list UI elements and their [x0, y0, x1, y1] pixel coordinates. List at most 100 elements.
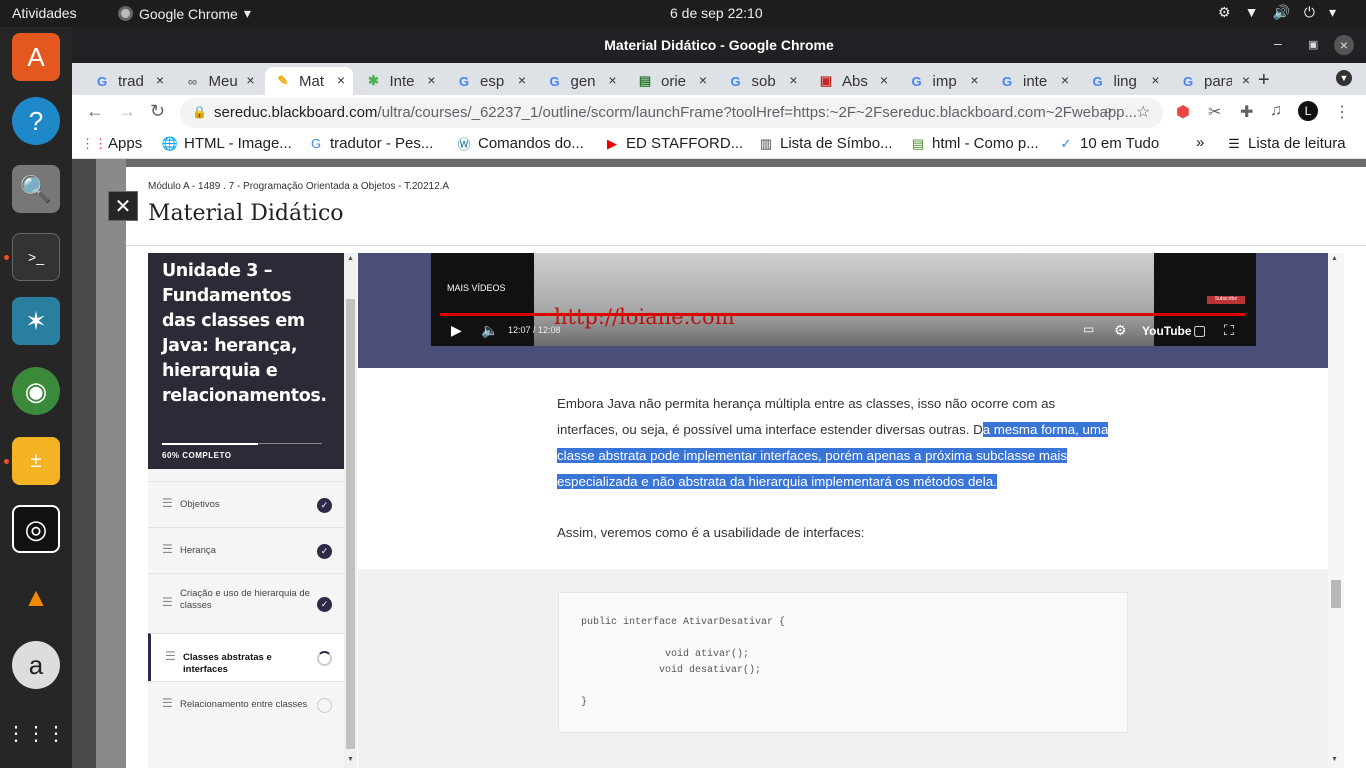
- minimize-icon[interactable]: –: [1274, 35, 1282, 51]
- terminal-icon[interactable]: >_: [12, 233, 60, 281]
- activities-button[interactable]: Atividades: [12, 5, 77, 21]
- lesson-item[interactable]: ☰ Criação e uso de hierarquia de classes ✓: [148, 573, 344, 633]
- settings-gear-icon[interactable]: ⚙: [1114, 322, 1127, 339]
- scroll-up-icon[interactable]: ▲: [347, 255, 354, 262]
- tab-5[interactable]: Ggen ×: [537, 67, 625, 95]
- lesson-item[interactable]: ☰ Objetivos ✓: [148, 481, 344, 527]
- window-titlebar[interactable]: Material Didático - Google Chrome – ▣ ×: [72, 27, 1366, 63]
- lines-icon: ☰: [165, 649, 176, 663]
- help-icon[interactable]: ?: [12, 97, 60, 145]
- scrollbar-thumb[interactable]: [1331, 580, 1341, 608]
- show-apps-icon[interactable]: ⋮⋮⋮: [6, 709, 66, 757]
- close-icon[interactable]: ×: [427, 72, 435, 88]
- youtube-logo[interactable]: YouTube: [1142, 324, 1192, 338]
- tab-2[interactable]: ✎ Mat ×: [265, 67, 353, 95]
- sidebar-scrollbar[interactable]: ▲ ▼: [344, 253, 357, 768]
- close-icon[interactable]: ×: [1061, 72, 1069, 88]
- image-viewer-icon[interactable]: 🔍: [12, 165, 60, 213]
- google-icon: G: [1092, 73, 1103, 89]
- scroll-down-icon[interactable]: ▼: [347, 756, 354, 763]
- address-bar[interactable]: 🔒 sereduc.blackboard.com/ultra/courses/_…: [180, 98, 1163, 128]
- bookmark-4[interactable]: ▶ ED STAFFORD...: [604, 135, 743, 152]
- tab-1[interactable]: ∞ Meu ×: [175, 67, 263, 95]
- close-icon[interactable]: ×: [337, 72, 345, 88]
- tab-8[interactable]: ▣ Abs ×: [808, 67, 896, 95]
- new-tab-icon[interactable]: +: [1258, 69, 1270, 92]
- app-menu-label: Google Chrome: [139, 5, 238, 22]
- reload-icon[interactable]: ↻: [150, 101, 165, 122]
- close-icon[interactable]: ×: [246, 72, 254, 88]
- bookmarks-overflow[interactable]: »: [1196, 134, 1204, 151]
- close-icon[interactable]: ×: [1334, 35, 1354, 55]
- close-icon[interactable]: ×: [699, 72, 707, 88]
- tab-7[interactable]: Gsob ×: [718, 67, 806, 95]
- close-panel-button[interactable]: ✕: [108, 191, 138, 221]
- zoom-search-icon[interactable]: ⌕: [1104, 102, 1113, 120]
- vlc-icon[interactable]: ▲: [12, 573, 60, 621]
- bookmark-7[interactable]: ✓ 10 em Tudo: [1058, 135, 1160, 152]
- lesson-item[interactable]: ☰ Herança ✓: [148, 527, 344, 573]
- forward-icon[interactable]: →: [118, 101, 136, 122]
- update-icon[interactable]: ⚙: [1218, 4, 1231, 21]
- close-icon[interactable]: ×: [608, 72, 616, 88]
- captions-icon[interactable]: ▭: [1083, 322, 1094, 336]
- subscribe-badge[interactable]: Subscribe: [1207, 296, 1245, 304]
- scroll-up-icon[interactable]: ▲: [1331, 255, 1338, 262]
- fullscreen-icon[interactable]: ⛶: [1224, 322, 1234, 339]
- software-center-icon[interactable]: A: [12, 33, 60, 81]
- bookmark-2[interactable]: Gtradutor - Pes...: [308, 135, 433, 152]
- chrome-dock-icon[interactable]: ◉: [12, 367, 60, 415]
- vscode-icon[interactable]: ✶: [12, 297, 60, 345]
- close-icon[interactable]: ×: [880, 72, 888, 88]
- video-progress-bar[interactable]: [440, 313, 1246, 316]
- bookmark-1[interactable]: 🌐 HTML - Image...: [162, 135, 292, 152]
- media-control-icon[interactable]: ♫: [1270, 102, 1282, 120]
- menu-icon[interactable]: ⋮: [1334, 102, 1350, 122]
- puzzle-icon[interactable]: ✚: [1240, 102, 1253, 122]
- play-icon[interactable]: ▶: [451, 322, 462, 339]
- tab-11[interactable]: Gling ×: [1080, 67, 1168, 95]
- camera-icon[interactable]: ◎: [12, 505, 60, 553]
- maximize-icon[interactable]: ▣: [1308, 38, 1318, 51]
- tab-3[interactable]: ✱ Inte ×: [356, 67, 444, 95]
- app-menu[interactable]: Google Chrome ▾: [118, 5, 251, 22]
- tab-9[interactable]: Gimp ×: [899, 67, 987, 95]
- video-frame: [534, 253, 1154, 346]
- tab-6[interactable]: ▤ orie ×: [627, 67, 715, 95]
- close-icon[interactable]: ×: [970, 72, 978, 88]
- system-tray[interactable]: ⚙ ▼ 🔊 ⏻ ▾: [1218, 4, 1336, 21]
- tab-search-icon[interactable]: ▼: [1336, 70, 1352, 86]
- calculator-icon[interactable]: ±: [12, 437, 60, 485]
- reading-list-button[interactable]: ☰ Lista de leitura: [1226, 135, 1345, 152]
- volume-icon[interactable]: 🔈: [481, 322, 498, 339]
- scrollbar-thumb[interactable]: [346, 299, 355, 749]
- bookmark-3[interactable]: Ⓦ Comandos do...: [456, 135, 583, 152]
- bookmark-0[interactable]: ⋮⋮ Apps: [81, 135, 142, 152]
- close-icon[interactable]: ×: [789, 72, 797, 88]
- close-icon[interactable]: ×: [1151, 72, 1159, 88]
- youtube-player[interactable]: MAIS VÍDEOS http://loiane.com Subscribe …: [431, 253, 1256, 346]
- profile-avatar[interactable]: L: [1298, 101, 1318, 121]
- tab-12[interactable]: Gpara ×: [1170, 67, 1258, 95]
- bookmark-5[interactable]: ▥ Lista de Símbo...: [758, 135, 893, 152]
- bookmark-star-icon[interactable]: ☆: [1136, 102, 1150, 122]
- clock[interactable]: 6 de sep 22:10: [670, 5, 763, 21]
- extension-icon[interactable]: ✂: [1208, 102, 1221, 122]
- lesson-item[interactable]: ☰ Classes abstratas e interfaces: [148, 633, 344, 681]
- scroll-down-icon[interactable]: ▼: [1331, 756, 1338, 763]
- tab-0[interactable]: Gtrad ×: [84, 67, 172, 95]
- lesson-item[interactable]: ☰ Relacionamento entre classes: [148, 681, 344, 727]
- tab-10[interactable]: Ginte ×: [989, 67, 1077, 95]
- close-icon[interactable]: ×: [156, 72, 164, 88]
- ad-blocker-icon[interactable]: ⬢: [1176, 102, 1190, 122]
- more-videos-label[interactable]: MAIS VÍDEOS: [447, 283, 506, 293]
- aptana-icon[interactable]: a: [12, 641, 60, 689]
- tab-title: gen: [570, 72, 596, 90]
- cast-icon[interactable]: ▢: [1193, 322, 1206, 339]
- bookmark-6[interactable]: ▤ html - Como p...: [910, 135, 1039, 152]
- close-icon[interactable]: ×: [518, 72, 526, 88]
- tab-4[interactable]: Gesp ×: [446, 67, 534, 95]
- back-icon[interactable]: ←: [86, 101, 104, 122]
- content-scrollbar[interactable]: ▲ ▼: [1328, 253, 1344, 768]
- close-icon[interactable]: ×: [1242, 72, 1250, 88]
